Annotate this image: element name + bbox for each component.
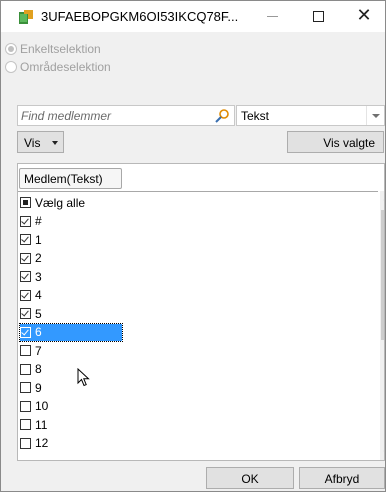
list-item-label: 6 [35,325,42,339]
list-item[interactable]: Vælg alle [20,194,85,211]
column-header-label: Medlem(Tekst) [24,172,103,186]
vis-valgte-label: Vis valgte [323,136,375,150]
checkbox-icon[interactable] [20,308,31,319]
scroll-up-icon[interactable] [380,191,384,208]
list-item-label: 1 [35,232,42,247]
list-item[interactable]: 8 [20,361,42,378]
list-item-label: 9 [35,380,42,395]
list-item[interactable]: 4 [20,287,42,304]
dropdown-arrow-icon [52,141,58,145]
member-list[interactable]: Medlem(Tekst) Vælg alle #1 2 3 4 5 6 7 8 9 10 11 12 [17,163,385,461]
checkbox-icon[interactable] [20,326,31,338]
list-item[interactable]: 2 [20,250,42,267]
list-item-label: # [35,214,42,228]
radio-label: Enkeltselektion [20,42,101,56]
checkbox-icon[interactable] [20,289,31,301]
radio-icon [5,61,17,73]
vis-valgte-button[interactable]: Vis valgte [287,131,384,153]
radio-single-selection[interactable]: Enkeltselektion [5,42,101,56]
column-header[interactable]: Medlem(Tekst) [19,168,122,189]
chevron-down-icon[interactable] [366,106,384,125]
checkbox-icon[interactable] [20,234,31,245]
ok-button-label: OK [241,472,259,486]
checkbox-icon[interactable] [20,400,31,412]
list-item-label: 7 [35,343,42,358]
list-item-label: 8 [35,362,42,376]
type-select[interactable]: Tekst [236,105,385,126]
close-icon: ✕ [356,5,372,26]
vis-button-label: Vis [24,136,41,150]
checkbox-icon[interactable] [20,345,31,356]
mouse-cursor-icon [77,368,90,387]
list-item[interactable]: 5 [20,305,42,322]
list-item[interactable]: 1 [20,231,42,248]
scroll-down-icon[interactable] [380,445,384,460]
list-item[interactable]: # [20,213,42,230]
member-filter-dialog: 3UFAEBOPGKM6OI53IKCQ78F... ✕ Enkeltselek… [0,0,386,492]
window-title: 3UFAEBOPGKM6OI53IKCQ78F... [41,9,239,24]
checkbox-icon[interactable] [20,419,31,430]
vertical-scrollbar[interactable] [380,191,384,460]
title-bar[interactable]: 3UFAEBOPGKM6OI53IKCQ78F... ✕ [1,1,385,32]
list-item-label: 10 [35,399,49,413]
list-item[interactable]: 6 [19,322,123,342]
checkbox-icon[interactable] [20,197,31,208]
list-item-label: 12 [35,436,49,450]
scroll-thumb[interactable] [381,210,384,340]
header-divider [18,191,378,192]
minimize-icon [266,16,278,17]
cancel-button[interactable]: Afbryd [299,467,385,489]
minimize-button[interactable] [249,1,295,32]
list-item-label: 11 [35,417,48,432]
list-item-label: Vælg alle [35,195,86,210]
radio-range-selection[interactable]: Områdeselektion [5,60,111,74]
search-box [17,105,235,126]
list-item[interactable]: 3 [20,268,42,285]
checkbox-icon[interactable] [20,252,31,264]
cancel-button-label: Afbryd [324,472,360,486]
maximize-icon [312,11,324,22]
list-item[interactable]: 7 [20,342,42,359]
radio-label: Områdeselektion [20,60,111,74]
checkbox-icon[interactable] [20,437,31,449]
list-item[interactable]: 9 [20,379,42,396]
ok-button[interactable]: OK [206,467,294,489]
radio-icon [5,43,17,55]
checkbox-icon[interactable] [20,363,31,375]
search-input[interactable] [21,109,201,123]
vis-dropdown-button[interactable]: Vis [17,131,64,153]
app-icon [19,10,33,24]
list-item[interactable]: 11 [20,416,47,433]
checkbox-icon[interactable] [20,271,31,282]
search-icon[interactable] [214,108,230,124]
list-item[interactable]: 12 [20,435,48,452]
maximize-button[interactable] [295,1,341,32]
list-item-label: 4 [35,288,42,302]
list-item-label: 5 [35,306,42,321]
list-item-label: 3 [35,269,42,284]
list-item-label: 2 [35,251,42,265]
list-item[interactable]: 10 [20,398,48,415]
checkbox-icon[interactable] [20,215,31,227]
type-select-value: Tekst [241,109,270,123]
close-button[interactable]: ✕ [341,1,386,32]
checkbox-icon[interactable] [20,382,31,393]
